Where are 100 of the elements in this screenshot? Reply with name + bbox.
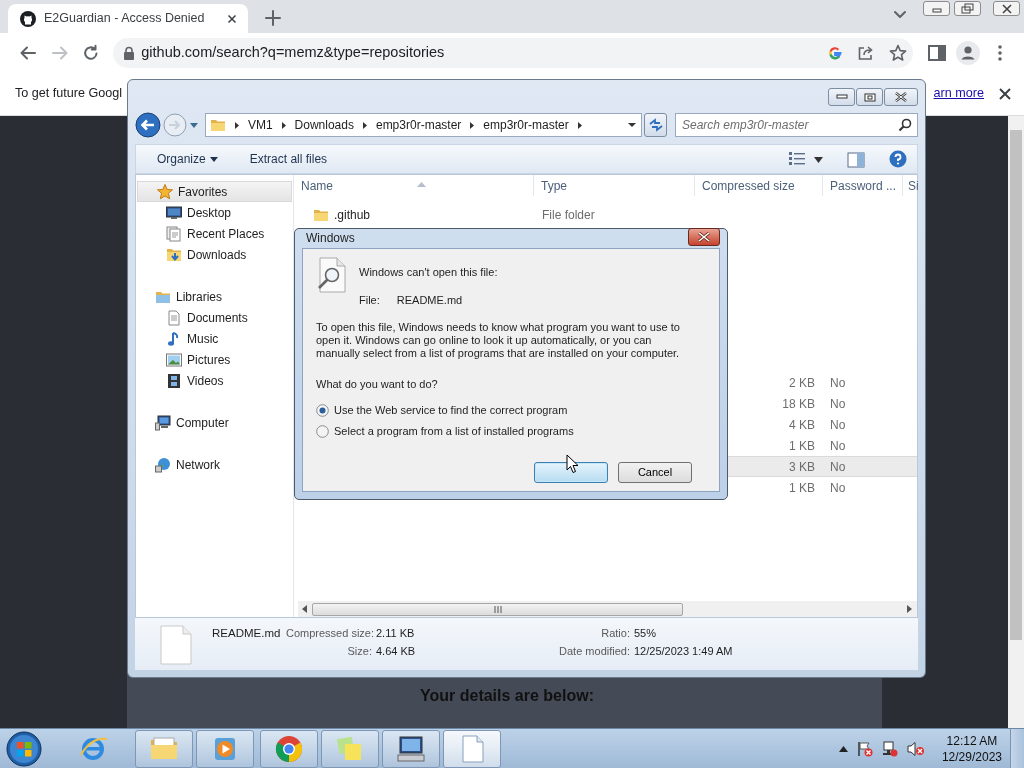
star-icon bbox=[157, 183, 173, 200]
chevron-right-icon[interactable] bbox=[469, 120, 476, 130]
image-icon bbox=[166, 351, 182, 368]
url-text: github.com/search?q=memz&type=repositories bbox=[141, 42, 446, 62]
refresh-button[interactable] bbox=[644, 113, 667, 137]
dialog-message: To open this file, Windows needs to know what program you want to use to open it. Windows can go online to look it up automatically, or you can manually select from a list of programs that are installed on your computer. bbox=[316, 320, 681, 360]
monitor-icon bbox=[166, 204, 182, 221]
nav-item[interactable]: Pictures bbox=[136, 349, 293, 370]
nav-item[interactable]: Favorites bbox=[137, 181, 292, 202]
help-icon[interactable] bbox=[889, 150, 907, 168]
field-value: 4.64 KB bbox=[376, 644, 417, 659]
g-logo-icon[interactable] bbox=[826, 44, 843, 61]
search-field[interactable]: Search emp3r0r-master bbox=[675, 113, 918, 137]
clock-date[interactable]: 12/29/2023 bbox=[941, 748, 1002, 765]
column-header[interactable]: Type bbox=[534, 175, 695, 196]
option-label[interactable]: Select a program from a list of installed programs bbox=[334, 423, 574, 440]
nav-item[interactable]: Documents bbox=[136, 307, 293, 328]
speaker-icon[interactable] bbox=[906, 740, 925, 757]
nav-item[interactable]: Videos bbox=[136, 370, 293, 391]
radio-button[interactable] bbox=[316, 425, 329, 438]
table-cell-text: No bbox=[830, 437, 846, 455]
restore-icon bbox=[960, 3, 975, 14]
share-icon[interactable] bbox=[856, 45, 875, 62]
infobar-text: To get future Googl bbox=[15, 85, 123, 103]
table-cell-text: No bbox=[830, 458, 846, 476]
maximize-icon bbox=[863, 92, 876, 102]
nav-item[interactable]: Libraries bbox=[136, 286, 293, 307]
sidebar-icon[interactable] bbox=[927, 44, 946, 61]
file-row[interactable]: .github File folder bbox=[294, 204, 917, 225]
dialog-button[interactable]: Cancel bbox=[618, 462, 692, 483]
menu-icon[interactable] bbox=[997, 43, 1004, 62]
restore-button[interactable] bbox=[954, 1, 981, 16]
column-header[interactable]: Si bbox=[903, 175, 919, 196]
dialog-question: What do you want to do? bbox=[316, 376, 439, 392]
radio-button[interactable] bbox=[316, 404, 329, 417]
dropdown-icon[interactable] bbox=[627, 122, 638, 128]
network-icon[interactable] bbox=[881, 740, 898, 757]
close-icon[interactable] bbox=[998, 86, 1012, 101]
file-name: README.md bbox=[212, 626, 282, 641]
caret-icon[interactable] bbox=[814, 156, 823, 163]
nav-item[interactable]: Desktop bbox=[136, 202, 293, 223]
chevron-right-icon[interactable] bbox=[280, 120, 287, 130]
back-icon[interactable] bbox=[135, 112, 161, 138]
dialog-heading: Windows can't open this file: bbox=[359, 264, 498, 280]
breadcrumb-item[interactable]: emp3r0r-master bbox=[375, 116, 462, 134]
lock-icon bbox=[123, 45, 136, 60]
nav-item[interactable]: Network bbox=[136, 454, 293, 475]
browser-tab[interactable]: E2Guardian - Access Denied bbox=[8, 4, 248, 33]
nav-item[interactable]: Music bbox=[136, 328, 293, 349]
file-name: .github bbox=[334, 206, 371, 224]
learn-more-link[interactable]: arn more bbox=[933, 84, 984, 103]
start-button[interactable] bbox=[4, 729, 44, 768]
cursor-icon bbox=[566, 453, 579, 474]
table-cell-text: No bbox=[830, 374, 846, 392]
organize-menu[interactable]: Organize bbox=[153, 148, 222, 170]
table-cell-text: 1 KB bbox=[789, 479, 815, 497]
address-bar[interactable]: github.com/search?q=memz&type=repositories bbox=[113, 37, 913, 68]
minimize-button[interactable] bbox=[828, 88, 855, 106]
breadcrumb-item[interactable]: emp3r0r-master bbox=[483, 116, 569, 134]
minimize-button[interactable] bbox=[923, 1, 950, 16]
chevron-right-icon[interactable] bbox=[233, 120, 240, 130]
toolbar-button[interactable]: Extract all files bbox=[245, 148, 332, 170]
dialog-button[interactable] bbox=[534, 462, 608, 483]
taskbar-button[interactable] bbox=[382, 729, 440, 768]
table-cell-text: No bbox=[830, 416, 846, 434]
sort-caret-icon bbox=[417, 182, 426, 188]
file-name: README.md bbox=[396, 293, 463, 308]
profile-icon[interactable] bbox=[956, 40, 981, 65]
grip-icon bbox=[493, 605, 502, 613]
caret-icon bbox=[209, 156, 218, 162]
up-triangle-icon[interactable] bbox=[838, 745, 848, 752]
clock-time[interactable]: 12:12 AM bbox=[941, 732, 1002, 749]
refresh-icon bbox=[647, 118, 664, 132]
scroll-right-icon[interactable] bbox=[907, 605, 913, 613]
document-icon bbox=[166, 309, 182, 326]
breadcrumb-item[interactable]: VM1 bbox=[247, 116, 273, 134]
page-heading: Your details are below: bbox=[420, 686, 594, 706]
star-icon[interactable] bbox=[888, 43, 907, 62]
chevron-right-icon[interactable] bbox=[576, 120, 583, 130]
nav-item[interactable]: Downloads bbox=[136, 244, 293, 265]
view-list-icon[interactable] bbox=[788, 151, 806, 167]
nav-item[interactable]: Computer bbox=[136, 412, 293, 433]
document-icon bbox=[160, 625, 192, 665]
column-header[interactable]: Password ... bbox=[823, 175, 903, 196]
breadcrumb-item[interactable]: Downloads bbox=[294, 116, 354, 134]
option-label[interactable]: Use the Web service to find the correct program bbox=[334, 402, 568, 419]
close-button[interactable] bbox=[884, 88, 918, 106]
chevron-right-icon[interactable] bbox=[361, 120, 368, 130]
flag-icon[interactable] bbox=[856, 740, 873, 757]
table-cell-text: 4 KB bbox=[789, 416, 815, 434]
scroll-left-icon[interactable] bbox=[302, 605, 308, 613]
nav-item[interactable]: Recent Places bbox=[136, 223, 293, 244]
column-header[interactable]: Compressed size bbox=[695, 175, 823, 196]
close-button[interactable] bbox=[993, 1, 1020, 16]
address-bar[interactable]: VM1 Downloads emp3r0r-master emp3r0r-master bbox=[204, 113, 643, 137]
computer-icon bbox=[155, 414, 171, 431]
scrollbar[interactable] bbox=[1008, 116, 1024, 728]
scrollbar[interactable] bbox=[298, 601, 917, 617]
field-value: 12/25/2023 1:49 AM bbox=[634, 644, 734, 659]
maximize-button[interactable] bbox=[856, 88, 883, 106]
